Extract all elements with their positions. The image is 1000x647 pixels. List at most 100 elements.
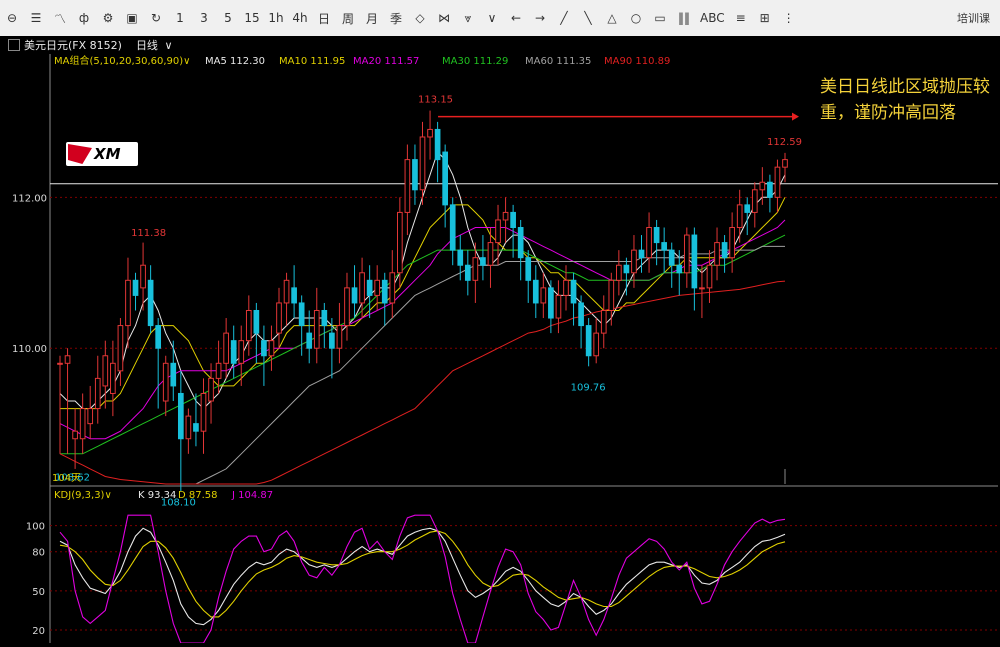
kdj-tick-label: 50 — [32, 587, 45, 598]
candle-body-up — [631, 249, 637, 274]
candle-body-down — [412, 159, 418, 191]
period-selector[interactable]: 日线 ∨ — [136, 37, 173, 53]
diagonal-line-icon[interactable]: ╱ — [554, 5, 574, 31]
candle-body-up — [563, 279, 569, 296]
candle-body-up — [555, 294, 562, 319]
period-week[interactable]: 周 — [338, 5, 358, 31]
candle-body-up — [540, 287, 547, 304]
candle-body-down — [480, 257, 486, 266]
candle-body-down — [517, 227, 524, 259]
kdj-tick-label: 100 — [26, 522, 45, 533]
candle-body-down — [548, 287, 554, 319]
xm-logo: XM — [66, 142, 138, 166]
period-3[interactable]: 3 — [194, 5, 214, 31]
candle-body-up — [140, 264, 146, 289]
settings-icon[interactable]: ⚙ — [98, 5, 118, 31]
list-icon[interactable]: ☰ — [26, 5, 46, 31]
candle-body-down — [585, 325, 592, 357]
back-icon[interactable]: ⊖ — [2, 5, 22, 31]
candle-body-down — [132, 279, 139, 296]
expand-icon[interactable]: ⋈ — [434, 5, 454, 31]
candle-body-up — [389, 272, 396, 304]
period-day[interactable]: 日 — [314, 5, 334, 31]
period-1h[interactable]: 1h — [266, 5, 286, 31]
candle-body-down — [570, 279, 577, 304]
ma-line-ma20 — [59, 219, 786, 440]
diagonal-line2-icon[interactable]: ╲ — [578, 5, 598, 31]
vbars-icon[interactable]: ‖‖ — [674, 5, 694, 31]
period-month[interactable]: 月 — [362, 5, 382, 31]
kdj-tick-label: 20 — [32, 626, 45, 637]
legend-ma20: MA20 111.57 — [353, 56, 419, 67]
symbol-icon — [8, 39, 20, 51]
candle-body-up — [397, 211, 403, 274]
candle-body-up — [608, 279, 615, 311]
save-icon[interactable]: ▣ — [122, 5, 142, 31]
candle-body-down — [525, 257, 532, 281]
rect-icon[interactable]: ▭ — [650, 5, 670, 31]
period-1[interactable]: 1 — [170, 5, 190, 31]
candle-body-up — [223, 332, 229, 364]
abc-icon[interactable]: ABC — [698, 5, 727, 31]
line-icon[interactable]: 〽 — [50, 5, 70, 31]
candle-body-down — [767, 181, 773, 198]
candle-body-down — [578, 302, 584, 327]
candle-body-down — [155, 325, 162, 349]
candle-body-up — [751, 189, 758, 213]
shrink-icon[interactable]: ◇ — [410, 5, 430, 31]
period-label: 日线 — [135, 39, 158, 52]
high-label-1: 111.38 — [131, 228, 166, 239]
more-icon[interactable]: ⋮ — [779, 5, 799, 31]
right-arrow-icon[interactable]: → — [530, 5, 550, 31]
candle-body-down — [351, 287, 358, 304]
candle-body-up — [487, 242, 494, 266]
low-label-3: 109.76 — [571, 382, 606, 393]
candle-body-up — [600, 309, 607, 334]
left-arrow-icon[interactable]: ← — [506, 5, 526, 31]
candle-body-up — [427, 128, 433, 138]
period-5[interactable]: 5 — [218, 5, 238, 31]
candle-body-down — [623, 264, 630, 274]
candle-body-up — [185, 415, 192, 440]
candle-body-up — [102, 355, 109, 387]
candle-body-down — [298, 302, 305, 327]
candle-body-down — [291, 287, 297, 304]
candle-body-up — [774, 166, 781, 198]
kdj-line-j — [59, 514, 786, 644]
ma-line-ma90 — [59, 280, 786, 485]
candle-body-down — [366, 279, 373, 296]
candle-body-down — [381, 279, 388, 304]
candle-body-up — [72, 430, 78, 440]
candle-body-up — [110, 362, 116, 394]
candle-body-up — [419, 136, 426, 191]
candle-body-up — [472, 257, 479, 281]
grid-icon[interactable]: ⊞ — [755, 5, 775, 31]
candle-body-up — [729, 227, 735, 259]
candle-body-down — [464, 264, 471, 281]
candle-body-up — [646, 227, 652, 259]
training-button[interactable]: 培训课 — [955, 5, 992, 31]
down-icon[interactable]: ∨ — [482, 5, 502, 31]
candle-body-up — [238, 340, 245, 364]
double-down-icon[interactable]: ⩔ — [458, 5, 478, 31]
candle-body-up — [283, 279, 290, 304]
candle-body-up — [94, 377, 101, 410]
chart-svg[interactable]: 110.00112.00 111.38113.15108.62108.10109… — [0, 54, 1000, 644]
candle-body-down — [691, 234, 698, 289]
candle-body-up — [359, 272, 365, 304]
circle-icon[interactable]: ○ — [626, 5, 646, 31]
multi-line-icon[interactable]: ≡ — [731, 5, 751, 31]
period-4h[interactable]: 4h — [290, 5, 310, 31]
legend-ma30: MA30 111.29 — [442, 56, 508, 67]
candle-body-up — [683, 234, 690, 274]
candle-body-up — [706, 264, 713, 289]
candle-body-up — [57, 362, 63, 365]
candle-icon[interactable]: ф — [74, 5, 94, 31]
ma-group-label: MA组合(5,10,20,30,60,90)∨ — [54, 54, 190, 67]
kdj-legend-j: J 104.87 — [231, 490, 273, 501]
refresh-icon[interactable]: ↻ — [146, 5, 166, 31]
ruler-icon[interactable]: △ — [602, 5, 622, 31]
period-15[interactable]: 15 — [242, 5, 262, 31]
period-season[interactable]: 季 — [386, 5, 406, 31]
symbol-selector[interactable]: 美元日元(FX 8152) — [0, 37, 122, 53]
